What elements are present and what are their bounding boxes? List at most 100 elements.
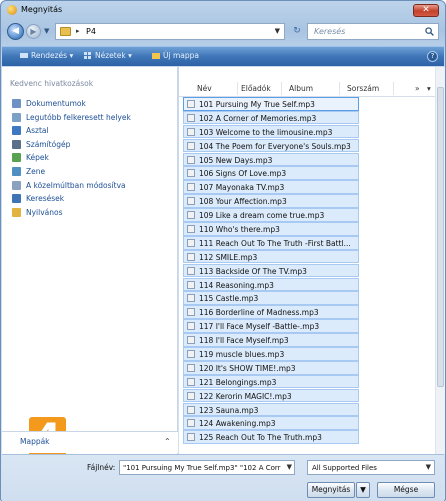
back-button[interactable]: ◀ <box>7 23 24 40</box>
sidebar-item[interactable]: Asztal <box>2 124 178 138</box>
file-row[interactable]: 118 I'll Face Myself.mp3 <box>183 333 359 347</box>
sidebar-item[interactable]: Számítógép <box>2 138 178 152</box>
file-row[interactable]: 108 Your Affection.mp3 <box>183 194 359 208</box>
file-row[interactable]: 120 It's SHOW TIME!.mp3 <box>183 360 359 375</box>
sidebar-item-label: Dokumentumok <box>26 99 86 108</box>
file-row[interactable]: 106 Signs Of Love.mp3 <box>183 166 359 181</box>
breadcrumb-separator[interactable]: ▸ <box>76 27 80 35</box>
address-bar[interactable]: ▸ P4 ▼ <box>55 23 285 40</box>
file-row[interactable]: 103 Welcome to the limousine.mp3 <box>183 124 359 139</box>
help-icon[interactable]: ? <box>427 51 438 62</box>
chevron-up-icon: ⌃ <box>164 437 171 446</box>
file-row[interactable]: 117 I'll Face Myself -Battle-.mp3 <box>183 319 359 333</box>
search-icon[interactable] <box>425 27 434 36</box>
file-row[interactable]: 114 Reasoning.mp3 <box>183 277 359 292</box>
file-row[interactable]: 112 SMILE.mp3 <box>183 249 359 264</box>
audio-file-icon <box>187 308 195 317</box>
recent-places-icon <box>12 112 21 122</box>
forward-button[interactable]: ▶ <box>26 24 41 39</box>
recent-pages-dropdown[interactable]: ▼ <box>44 27 49 35</box>
file-type-select[interactable]: All Supported Files ▼ <box>307 460 435 475</box>
sidebar-item[interactable]: Keresések <box>2 192 178 206</box>
audio-file-icon <box>187 363 195 372</box>
open-button[interactable]: Megnyitás <box>307 482 355 498</box>
column-divider[interactable] <box>281 82 282 95</box>
breadcrumb-p4[interactable]: P4 <box>86 27 96 36</box>
file-name: 114 Reasoning.mp3 <box>199 280 274 290</box>
sidebar-item[interactable]: Dokumentumok <box>2 97 178 111</box>
new-folder-icon <box>152 53 160 59</box>
folders-label: Mappák <box>20 437 50 446</box>
audio-file-icon <box>187 350 195 359</box>
file-row[interactable]: 124 Awakening.mp3 <box>183 416 359 431</box>
filename-field[interactable]: "101 Pursuing My True Self.mp3" "102 A C… <box>119 460 295 475</box>
sidebar-item-label: Asztal <box>26 126 49 136</box>
more-columns-button[interactable]: » <box>415 84 420 93</box>
file-row[interactable]: 105 New Days.mp3 <box>183 152 359 167</box>
sidebar-item[interactable]: A közelmúltban módosítva <box>2 179 178 193</box>
search-input[interactable]: Keresés <box>307 23 439 40</box>
file-row[interactable]: 123 Sauna.mp3 <box>183 402 359 417</box>
file-row[interactable]: 115 Castle.mp3 <box>183 291 359 306</box>
file-row[interactable]: 125 Reach Out To The Truth.mp3 <box>183 430 359 444</box>
new-folder-button[interactable]: Új mappa <box>152 51 199 60</box>
file-row[interactable]: 101 Pursuing My True Self.mp3 <box>183 97 359 111</box>
audio-file-icon <box>187 225 195 234</box>
audio-file-icon <box>187 377 195 386</box>
pictures-icon <box>12 153 21 163</box>
file-type-value: All Supported Files <box>312 464 377 472</box>
audio-file-icon <box>187 252 195 261</box>
column-album[interactable]: Album <box>289 84 313 93</box>
file-name: 107 Mayonaka TV.mp3 <box>199 183 285 193</box>
cancel-button[interactable]: Mégse <box>377 482 435 498</box>
file-row[interactable]: 119 muscle blues.mp3 <box>183 347 359 361</box>
column-divider[interactable] <box>339 82 340 95</box>
file-name: 113 Backside Of The TV.mp3 <box>199 266 307 276</box>
organize-button[interactable]: Rendezés ▾ <box>20 51 73 60</box>
column-divider[interactable] <box>237 82 238 95</box>
folder-icon <box>60 27 71 36</box>
column-track[interactable]: Sorszám <box>347 84 379 93</box>
column-menu-dropdown[interactable]: ▾ <box>427 84 431 93</box>
views-icon <box>84 52 91 59</box>
search-placeholder: Keresés <box>314 27 346 36</box>
file-row[interactable]: 121 Belongings.mp3 <box>183 374 359 389</box>
window-title: Megnyitás <box>21 5 63 14</box>
filename-value[interactable]: "101 Pursuing My True Self.mp3" "102 A C… <box>123 464 283 472</box>
audio-file-icon <box>187 211 195 220</box>
sidebar-item[interactable]: Legutóbb felkeresett helyek <box>2 111 178 125</box>
audio-file-icon <box>187 155 195 164</box>
close-button[interactable]: ✕ <box>413 4 439 17</box>
column-artist[interactable]: Előadók <box>241 84 271 93</box>
audio-file-icon <box>187 433 195 442</box>
audio-file-icon <box>187 280 195 289</box>
filename-dropdown[interactable]: ▼ <box>287 463 292 471</box>
address-dropdown[interactable]: ▼ <box>275 27 280 35</box>
refresh-button[interactable]: ↻ <box>289 24 305 39</box>
vertical-scrollbar[interactable] <box>435 67 445 454</box>
scrollbar-thumb[interactable] <box>437 87 444 387</box>
file-list-pane: Név Előadók Album Sorszám » ▾ 101 Pursui… <box>179 67 445 454</box>
sidebar-item[interactable]: Képek <box>2 151 178 165</box>
audio-file-icon <box>187 100 195 108</box>
file-row[interactable]: 109 Like a dream come true.mp3 <box>183 208 359 222</box>
favorite-links-list: Dokumentumok Legutóbb felkeresett helyek A… <box>2 97 178 219</box>
file-row[interactable]: 113 Backside Of The TV.mp3 <box>183 263 359 278</box>
folders-toggle[interactable]: Mappák ⌃ <box>2 431 178 453</box>
file-name: 105 New Days.mp3 <box>199 155 273 165</box>
file-row[interactable]: 116 Borderline of Madness.mp3 <box>183 305 359 319</box>
open-options-dropdown[interactable]: ▼ <box>356 482 370 498</box>
file-row[interactable]: 102 A Corner of Memories.mp3 <box>183 110 359 125</box>
file-row[interactable]: 122 Kerorin MAGIC!.mp3 <box>183 388 359 403</box>
file-name: 111 Reach Out To The Truth -First Battl.… <box>199 238 351 248</box>
views-button[interactable]: Nézetek ▾ <box>84 51 132 60</box>
sidebar-item[interactable]: Nyilvános <box>2 206 178 220</box>
file-row[interactable]: 111 Reach Out To The Truth -First Battl.… <box>183 235 359 250</box>
file-row[interactable]: 110 Who's there.mp3 <box>183 222 359 236</box>
file-row[interactable]: 104 The Poem for Everyone's Souls.mp3 <box>183 138 359 153</box>
column-divider[interactable] <box>393 82 394 95</box>
column-name[interactable]: Név <box>197 84 212 93</box>
file-row[interactable]: 107 Mayonaka TV.mp3 <box>183 180 359 194</box>
sidebar-item[interactable]: Zene <box>2 165 178 179</box>
searches-icon <box>12 194 21 204</box>
